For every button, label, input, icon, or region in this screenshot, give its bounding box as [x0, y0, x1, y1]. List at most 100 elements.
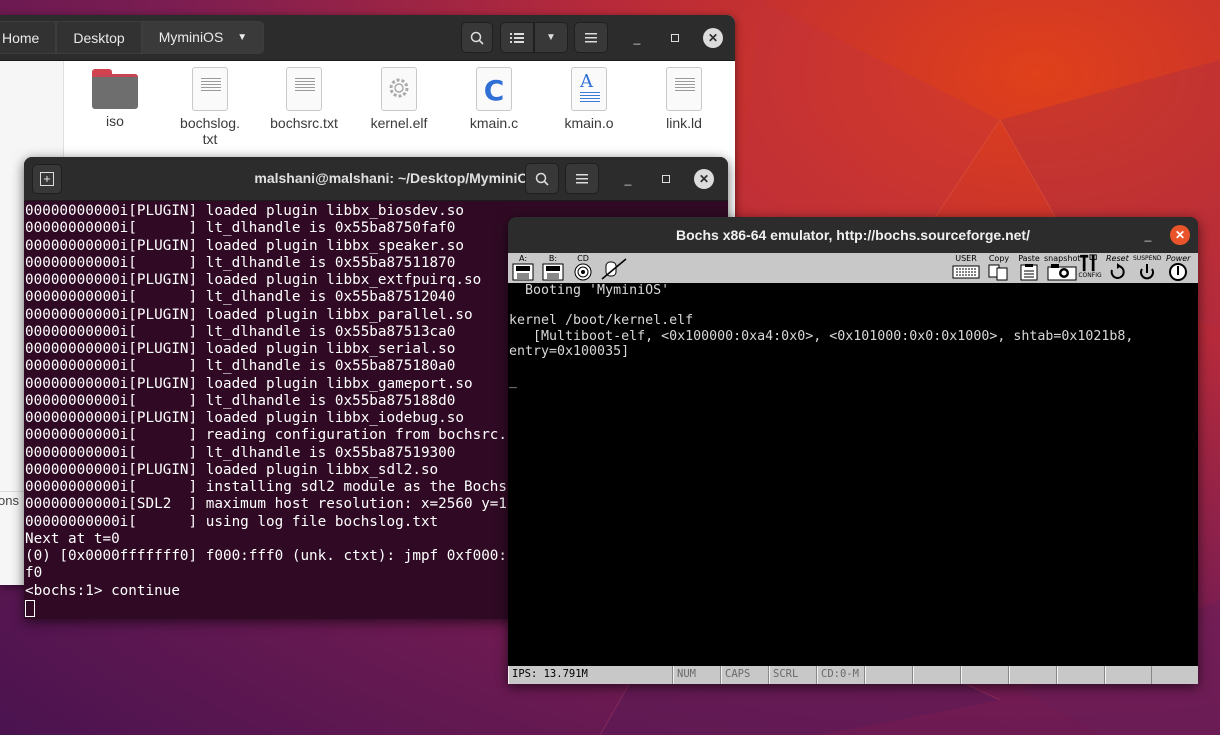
minimize-icon: _: [624, 172, 632, 186]
power-icon: [1169, 263, 1188, 281]
power-button[interactable]: Power: [1166, 255, 1190, 281]
file-name: link.ld: [666, 115, 702, 131]
file-item-kmain-c[interactable]: C kmain.c: [448, 67, 540, 131]
mouse-button[interactable]: [600, 257, 628, 283]
file-manager-headerbar: Home Desktop MyminiOS ▼ ▼ _ ✕: [0, 15, 735, 61]
emulator-screen-line: [509, 298, 1198, 313]
terminal-maximize-button[interactable]: [656, 169, 676, 189]
bochs-minimize-button[interactable]: _: [1138, 225, 1158, 245]
text-file-icon: [666, 67, 702, 111]
view-list-button[interactable]: [500, 22, 534, 53]
text-file-icon: [192, 67, 228, 111]
status-cell: IPS: 13.791M: [508, 666, 673, 684]
cdrom-label: CD: [577, 254, 589, 263]
maximize-icon: [671, 34, 679, 42]
executable-file-icon: [381, 67, 417, 111]
suspend-label: SUSPEND: [1133, 255, 1162, 262]
file-name: bochsrc.txt: [270, 115, 338, 131]
paste-button[interactable]: Paste: [1017, 255, 1041, 281]
status-cell: [1057, 666, 1105, 684]
file-item-kmain-o[interactable]: A kmain.o: [543, 67, 635, 131]
suspend-button[interactable]: SUSPEND: [1133, 255, 1162, 281]
hamburger-icon: [576, 173, 588, 183]
breadcrumb-home[interactable]: Home: [0, 21, 57, 54]
cdrom-button[interactable]: CD: [572, 255, 594, 281]
user-button[interactable]: USER: [952, 255, 980, 281]
close-icon: ✕: [1174, 228, 1186, 242]
reset-button[interactable]: Reset: [1106, 255, 1129, 281]
snapshot-label: snapshot: [1044, 254, 1081, 263]
copy-label: Copy: [988, 254, 1010, 263]
search-icon: [470, 31, 484, 45]
floppy-a-label: A:: [518, 254, 528, 263]
file-item-kernel-elf[interactable]: kernel.elf: [353, 67, 445, 131]
object-file-icon: A: [571, 67, 607, 111]
power-label: Power: [1166, 254, 1191, 263]
emulator-screen-line: [Multiboot-elf, <0x100000:0xa4:0x0>, <0x…: [509, 328, 1134, 344]
minimize-icon: _: [633, 31, 641, 45]
file-name: kmain.o: [564, 115, 614, 131]
search-button[interactable]: [461, 22, 493, 53]
folder-icon: [92, 69, 138, 109]
emulator-screen[interactable]: Booting 'MyminiOS' kernel /boot/kernel.e…: [508, 283, 1198, 666]
close-icon: ✕: [698, 172, 710, 186]
keyboard-icon: [952, 265, 980, 279]
cdrom-icon: [574, 263, 592, 281]
sidebar-partial-item[interactable]: ons: [0, 493, 19, 508]
config-button[interactable]: CONFIG: [1077, 254, 1103, 280]
tools-icon: [1080, 254, 1097, 272]
config-label: CONFIG: [1078, 272, 1102, 279]
breadcrumb-myminios-label: MyminiOS: [158, 29, 224, 45]
status-cell: CAPS: [721, 666, 769, 684]
maximize-button[interactable]: [665, 28, 685, 48]
camera-icon: [1047, 264, 1077, 281]
file-name: bochslog. txt: [180, 115, 240, 147]
file-name: kmain.c: [469, 115, 519, 131]
view-options-button[interactable]: ▼: [534, 22, 568, 53]
chevron-down-icon: ▼: [237, 32, 248, 43]
clipboard-icon: [1020, 264, 1038, 281]
breadcrumb-desktop[interactable]: Desktop: [56, 21, 142, 54]
reset-label: Reset: [1106, 254, 1129, 263]
minimize-icon: _: [1144, 228, 1152, 242]
file-item-link-ld[interactable]: link.ld: [638, 67, 730, 131]
terminal-minimize-button[interactable]: _: [618, 169, 638, 189]
floppy-drive-icon: [512, 263, 534, 281]
file-name: kernel.elf: [370, 115, 428, 131]
status-cell: [1105, 666, 1152, 684]
maximize-icon: [662, 175, 670, 183]
hamburger-icon: [585, 32, 597, 42]
breadcrumb-myminios[interactable]: MyminiOS ▼: [141, 21, 265, 54]
file-name: iso: [106, 113, 124, 129]
file-item-bochslog[interactable]: bochslog. txt: [164, 67, 256, 147]
copy-button[interactable]: Copy: [987, 255, 1011, 281]
snapshot-button[interactable]: snapshot: [1044, 255, 1081, 281]
status-cell: [961, 666, 1009, 684]
floppy-b-label: B:: [548, 254, 558, 263]
bochs-toolbar: A: B: CD USER Copy Paste snapshot CONFIG…: [508, 253, 1198, 283]
close-button[interactable]: ✕: [703, 28, 723, 48]
bochs-title: Bochs x86-64 emulator, http://bochs.sour…: [676, 227, 1030, 243]
terminal-menu-button[interactable]: [565, 163, 599, 194]
emulator-screen-line: kernel /boot/kernel.elf: [509, 313, 694, 329]
terminal-close-button[interactable]: ✕: [694, 169, 714, 189]
status-cell: NUM: [673, 666, 721, 684]
bochs-close-button[interactable]: ✕: [1170, 225, 1190, 245]
emulator-screen-line: Booting 'MyminiOS': [509, 283, 670, 298]
minimize-button[interactable]: _: [627, 28, 647, 48]
menu-button[interactable]: [574, 22, 608, 53]
floppy-a-button[interactable]: A:: [512, 255, 534, 281]
file-item-bochsrc[interactable]: bochsrc.txt: [258, 67, 350, 131]
reset-icon: [1111, 263, 1126, 279]
chevron-down-icon: ▼: [546, 32, 556, 43]
floppy-b-button[interactable]: B:: [542, 255, 564, 281]
copy-icon: [988, 264, 1008, 281]
text-file-icon: [286, 67, 322, 111]
close-icon: ✕: [707, 31, 719, 45]
mouse-disabled-icon: [601, 258, 627, 280]
search-icon: [535, 172, 549, 186]
terminal-search-button[interactable]: [525, 163, 559, 194]
suspend-icon: [1140, 264, 1155, 280]
c-source-file-icon: C: [476, 67, 512, 111]
file-item-iso[interactable]: iso: [69, 67, 161, 129]
